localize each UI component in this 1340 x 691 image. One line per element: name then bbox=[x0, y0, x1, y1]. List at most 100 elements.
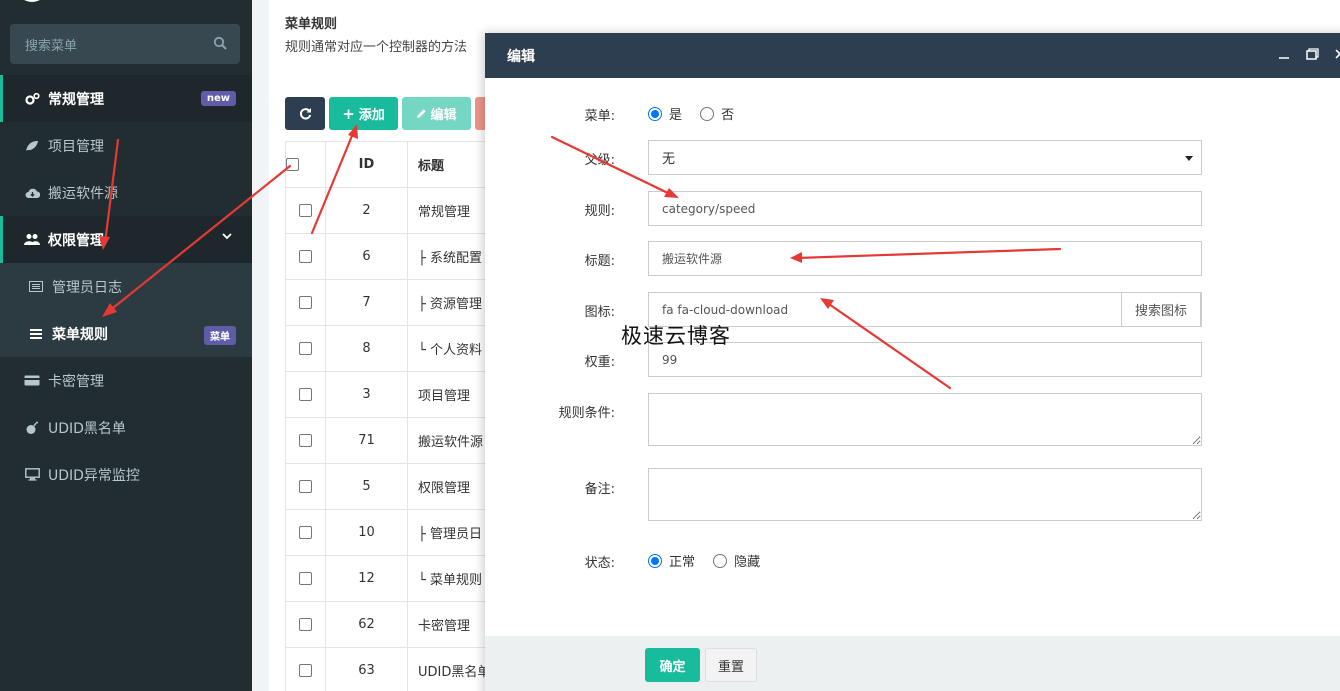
table-row[interactable]: 3 项目管理 bbox=[285, 371, 508, 418]
weight-label: 权重: bbox=[584, 355, 615, 370]
sidebar-item-label: 卡密管理 bbox=[48, 373, 104, 390]
credit-card-icon bbox=[23, 372, 41, 390]
confirm-button[interactable]: 确定 bbox=[645, 648, 700, 682]
condition-textarea[interactable] bbox=[648, 393, 1202, 446]
cloud-download-icon bbox=[23, 184, 41, 202]
row-id: 2 bbox=[325, 187, 408, 234]
id-header[interactable]: ID bbox=[325, 141, 408, 188]
table-row[interactable]: 10 ├ 管理员日 bbox=[285, 509, 508, 556]
row-id: 10 bbox=[325, 509, 408, 556]
sidebar-item-udid-monitor[interactable]: UDID异常监控 bbox=[0, 451, 252, 498]
row-checkbox[interactable] bbox=[299, 572, 312, 585]
row-checkbox[interactable] bbox=[299, 388, 312, 401]
condition-field-row: 规则条件: bbox=[485, 393, 1340, 446]
status-hidden-label: 隐藏 bbox=[734, 555, 761, 570]
row-checkbox[interactable] bbox=[299, 434, 312, 447]
table-row[interactable]: 2 常规管理 bbox=[285, 187, 508, 234]
menu-yes-option[interactable]: 是 bbox=[648, 104, 682, 123]
menu-yes-label: 是 bbox=[669, 108, 683, 123]
edit-dialog: 编辑 菜单: 是 否 父级: 无 规则: category/speed 标题: … bbox=[485, 33, 1340, 691]
row-checkbox[interactable] bbox=[299, 526, 312, 539]
status-normal-option[interactable]: 正常 bbox=[648, 551, 695, 570]
menu-no-radio[interactable] bbox=[700, 106, 715, 121]
maximize-icon[interactable] bbox=[1305, 47, 1319, 61]
icon-input-value: fa fa-cloud-download bbox=[662, 302, 789, 317]
edit-button[interactable]: 编辑 bbox=[402, 97, 471, 130]
condition-label: 规则条件: bbox=[558, 406, 615, 421]
watermark-text: 极速云博客 bbox=[621, 324, 731, 348]
remark-field-row: 备注: bbox=[485, 468, 1340, 521]
sidebar-item-udid-blacklist[interactable]: UDID黑名单 bbox=[0, 404, 252, 451]
caret-down-icon bbox=[1185, 156, 1193, 161]
remark-textarea[interactable] bbox=[648, 468, 1202, 521]
table-row[interactable]: 62 卡密管理 bbox=[285, 601, 508, 648]
sidebar-item-label: 权限管理 bbox=[48, 232, 104, 249]
row-id: 7 bbox=[325, 279, 408, 326]
row-checkbox-cell bbox=[285, 187, 326, 234]
sidebar-item-software-source[interactable]: 搬运软件源 bbox=[0, 169, 252, 216]
add-button[interactable]: + 添加 bbox=[329, 97, 398, 130]
table-row[interactable]: 5 权限管理 bbox=[285, 463, 508, 510]
parent-select-value: 无 bbox=[662, 152, 676, 167]
row-checkbox[interactable] bbox=[299, 204, 312, 217]
sidebar-item-general[interactable]: 常规管理 new bbox=[0, 75, 252, 122]
title-input[interactable]: 搬运软件源 bbox=[648, 241, 1202, 276]
table-row[interactable]: 6 ├ 系统配置 bbox=[285, 233, 508, 280]
row-id: 8 bbox=[325, 325, 408, 372]
row-checkbox[interactable] bbox=[299, 618, 312, 631]
sidebar-item-menu-rules[interactable]: 菜单规则 菜单 bbox=[0, 310, 252, 357]
edit-button-label: 编辑 bbox=[430, 108, 457, 123]
search-placeholder: 搜索菜单 bbox=[25, 38, 78, 54]
rule-field-row: 规则: category/speed bbox=[485, 191, 1340, 226]
status-hidden-radio[interactable] bbox=[713, 553, 728, 568]
parent-field-row: 父级: 无 bbox=[485, 140, 1340, 175]
list-alt-icon bbox=[27, 278, 45, 296]
avatar bbox=[16, 0, 48, 2]
sidebar-item-admin-log[interactable]: 管理员日志 bbox=[0, 263, 252, 310]
refresh-button[interactable] bbox=[285, 97, 325, 130]
page-title: 菜单规则 bbox=[285, 17, 338, 32]
refresh-icon bbox=[299, 108, 311, 120]
confirm-button-label: 确定 bbox=[659, 659, 686, 675]
sidebar-item-label: 项目管理 bbox=[48, 138, 104, 155]
status-normal-radio[interactable] bbox=[648, 553, 662, 568]
minimize-icon[interactable] bbox=[1277, 47, 1291, 61]
new-badge: new bbox=[200, 91, 236, 106]
row-checkbox[interactable] bbox=[299, 664, 312, 677]
bomb-icon bbox=[23, 419, 41, 437]
menu-no-option[interactable]: 否 bbox=[700, 104, 734, 123]
select-all-checkbox[interactable] bbox=[286, 158, 299, 171]
row-checkbox[interactable] bbox=[299, 250, 312, 263]
select-all-cell bbox=[285, 141, 326, 188]
sidebar-item-permissions[interactable]: 权限管理 bbox=[0, 216, 252, 263]
weight-input[interactable]: 99 bbox=[648, 342, 1202, 377]
icon-input[interactable]: fa fa-cloud-download 搜索图标 bbox=[648, 292, 1202, 327]
table-row[interactable]: 8 └ 个人资料 bbox=[285, 325, 508, 372]
rule-input[interactable]: category/speed bbox=[648, 191, 1202, 226]
row-id: 62 bbox=[325, 601, 408, 648]
table-row[interactable]: 12 └ 菜单规则 bbox=[285, 555, 508, 602]
row-checkbox[interactable] bbox=[299, 342, 312, 355]
status-radio-group: 正常 隐藏 bbox=[648, 551, 774, 572]
row-checkbox-cell bbox=[285, 555, 326, 602]
parent-select[interactable]: 无 bbox=[648, 140, 1202, 175]
reset-button[interactable]: 重置 bbox=[705, 648, 757, 682]
search-icon-button[interactable]: 搜索图标 bbox=[1121, 292, 1201, 327]
row-checkbox[interactable] bbox=[299, 296, 312, 309]
row-checkbox[interactable] bbox=[299, 480, 312, 493]
table-row[interactable]: 71 搬运软件源 bbox=[285, 417, 508, 464]
table-row[interactable]: 7 ├ 资源管理 bbox=[285, 279, 508, 326]
row-id: 63 bbox=[325, 647, 408, 691]
row-checkbox-cell bbox=[285, 233, 326, 280]
table-row[interactable]: 63 UDID黑名单 bbox=[285, 647, 508, 691]
sidebar-item-card-keys[interactable]: 卡密管理 bbox=[0, 357, 252, 404]
sidebar-search-input[interactable]: 搜索菜单 bbox=[10, 24, 240, 64]
sidebar-item-label: 菜单规则 bbox=[52, 326, 108, 343]
search-icon[interactable] bbox=[213, 36, 227, 50]
sidebar-item-label: 搬运软件源 bbox=[48, 185, 118, 202]
close-icon[interactable] bbox=[1333, 47, 1340, 61]
title-input-value: 搬运软件源 bbox=[662, 252, 723, 266]
menu-yes-radio[interactable] bbox=[648, 106, 662, 121]
sidebar-item-project[interactable]: 项目管理 bbox=[0, 122, 252, 169]
status-hidden-option[interactable]: 隐藏 bbox=[713, 551, 760, 570]
